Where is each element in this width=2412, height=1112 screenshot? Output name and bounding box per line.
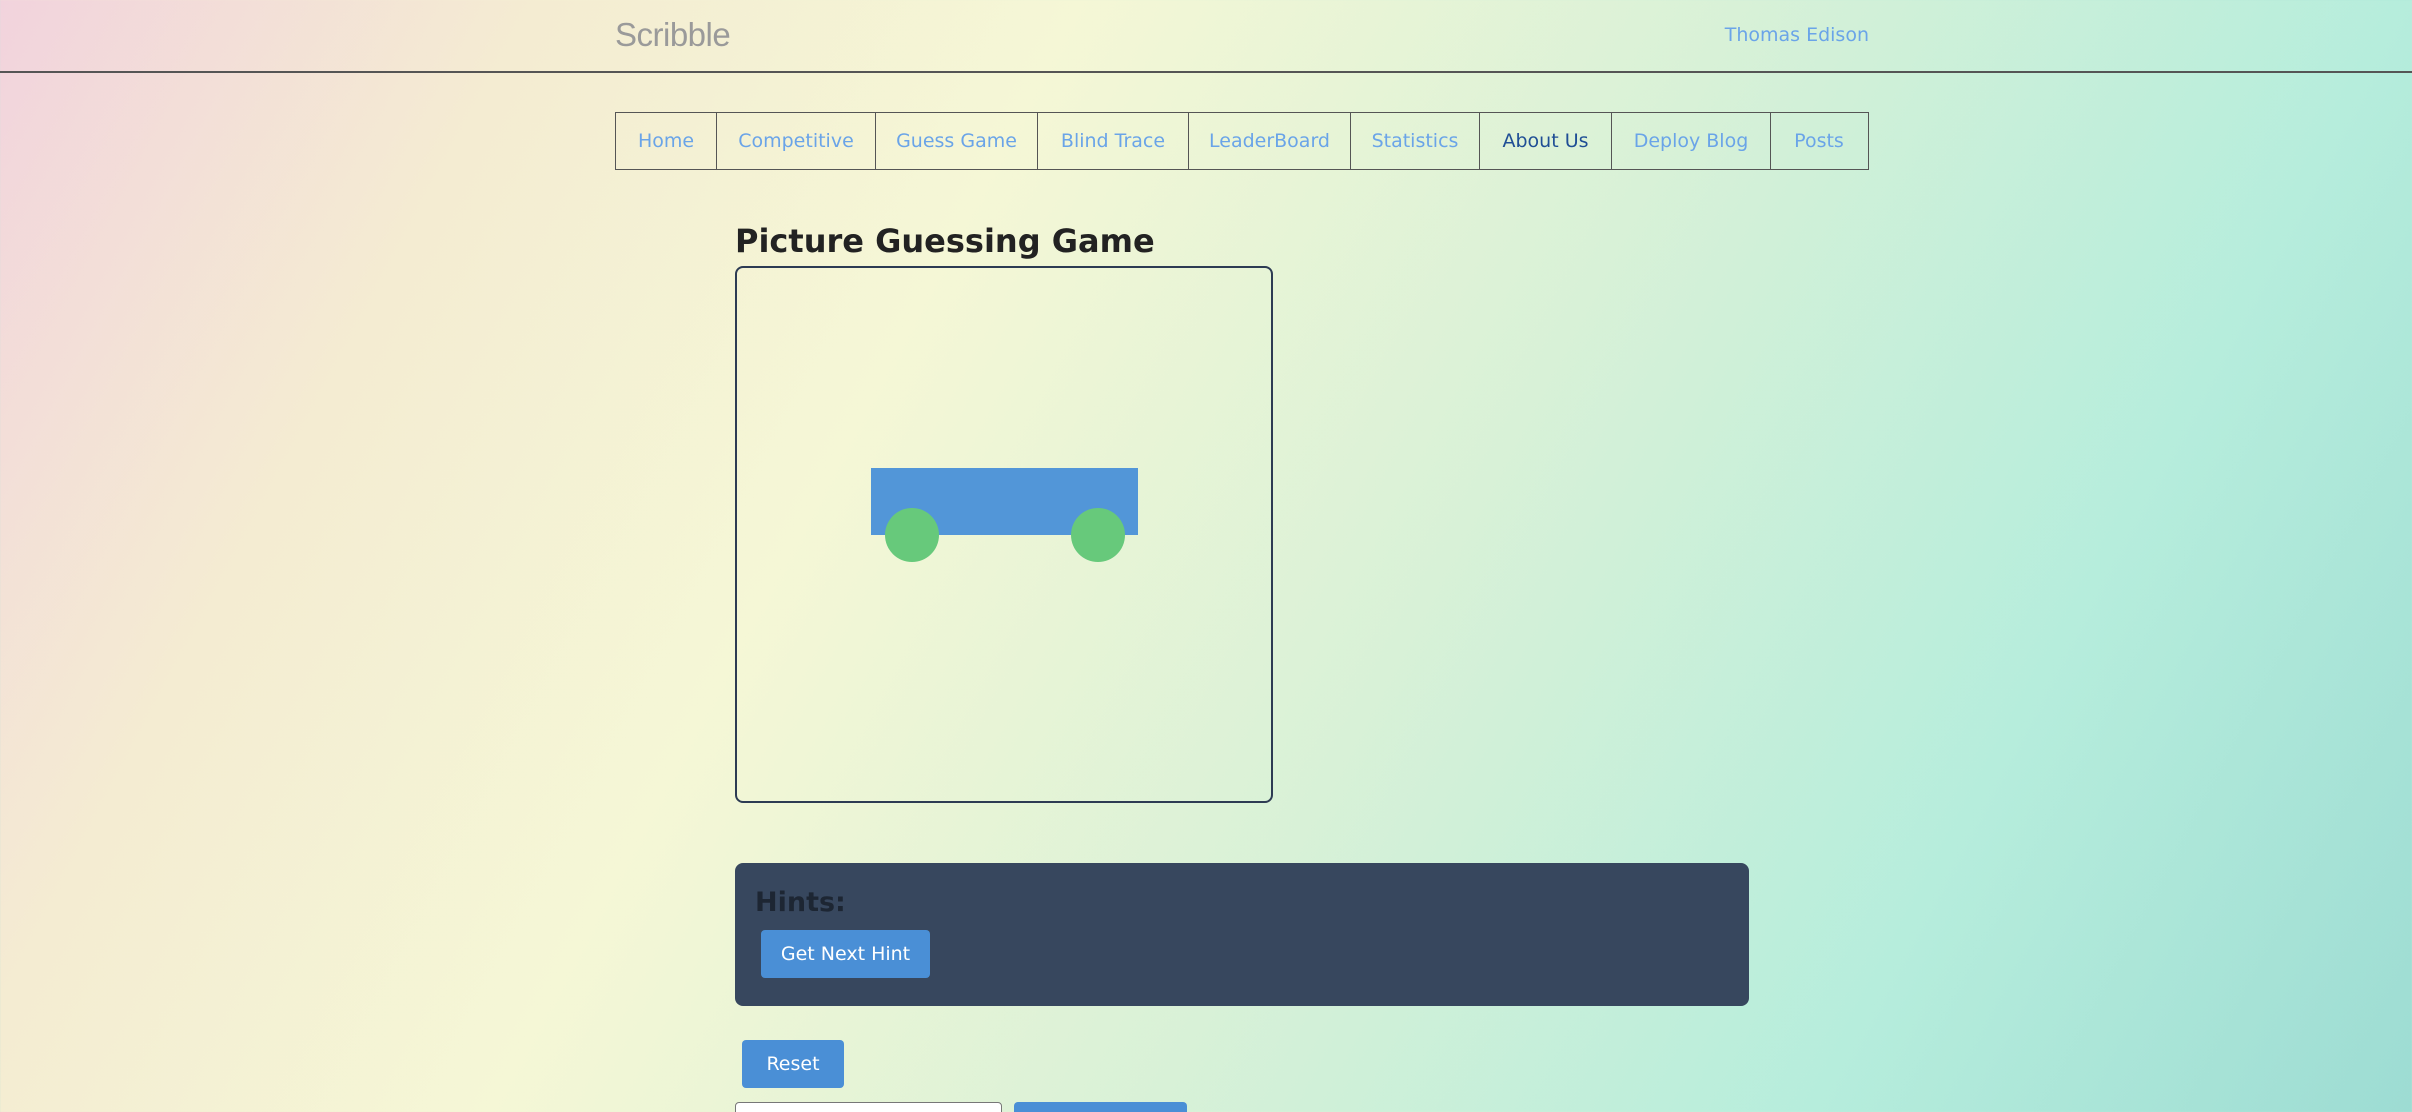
guess-input[interactable]	[735, 1102, 1002, 1112]
rear-wheel-shape	[885, 508, 939, 562]
get-next-hint-button[interactable]: Get Next Hint	[761, 930, 930, 978]
nav-item-posts[interactable]: Posts	[1771, 113, 1867, 169]
nav-item-competitive[interactable]: Competitive	[717, 113, 876, 169]
nav-item-deploy-blog[interactable]: Deploy Blog	[1612, 113, 1771, 169]
reset-button[interactable]: Reset	[742, 1040, 844, 1088]
brand-logo[interactable]: Scribble	[615, 16, 731, 54]
hints-title: Hints:	[755, 887, 846, 918]
nav-item-statistics[interactable]: Statistics	[1351, 113, 1480, 169]
front-wheel-shape	[1071, 508, 1125, 562]
main-nav: Home Competitive Guess Game Blind Trace …	[615, 112, 1869, 170]
nav-item-blind-trace[interactable]: Blind Trace	[1038, 113, 1189, 169]
hints-panel: Hints: Get Next Hint	[735, 863, 1749, 1006]
user-profile-link[interactable]: Thomas Edison	[1725, 24, 1869, 46]
nav-item-leaderboard[interactable]: LeaderBoard	[1189, 113, 1351, 169]
top-bar: Scribble Thomas Edison	[0, 0, 2412, 73]
drawing-canvas	[735, 266, 1273, 803]
nav-item-home[interactable]: Home	[616, 113, 717, 169]
nav-item-guess-game[interactable]: Guess Game	[876, 113, 1038, 169]
nav-item-about-us[interactable]: About Us	[1480, 113, 1612, 169]
submit-guess-button[interactable]	[1014, 1102, 1187, 1112]
page-title: Picture Guessing Game	[735, 222, 1155, 260]
